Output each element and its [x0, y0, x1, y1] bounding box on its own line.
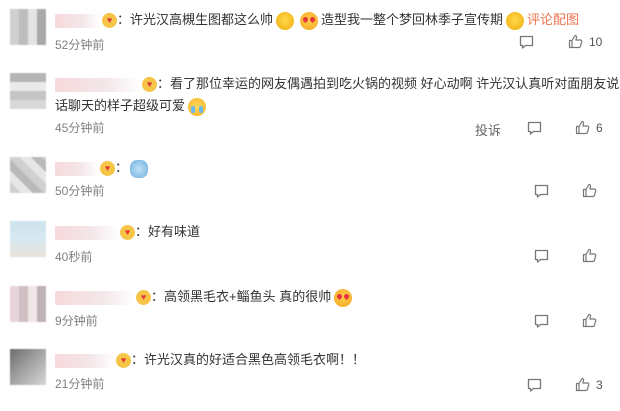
- comment-image-link[interactable]: 评论配图: [527, 12, 579, 27]
- username-redacted[interactable]: [55, 161, 99, 176]
- username-redacted[interactable]: [55, 290, 135, 305]
- comment-item: ♥ ：好有味道 40秒前: [0, 221, 620, 265]
- comment-text: ：高领黑毛衣+鲻鱼头 真的很帅: [151, 289, 332, 304]
- thumbs-up-icon: [582, 313, 597, 328]
- comment-icon: [534, 184, 549, 198]
- like-count: 3: [596, 377, 603, 392]
- comment-time: 40秒前: [55, 250, 93, 264]
- comment-text-line: ♥ ：许光汉真的好适合黑色高领毛衣啊！！: [55, 349, 365, 371]
- comment-icon: [534, 249, 549, 263]
- comment-icon: [534, 314, 549, 328]
- reply-button[interactable]: [527, 378, 542, 392]
- username-redacted[interactable]: [55, 13, 101, 28]
- reply-button[interactable]: [527, 121, 542, 135]
- like-count: 6: [596, 120, 603, 135]
- vip-badge-icon: ♥: [116, 353, 131, 369]
- emoji-icon: [334, 288, 353, 307]
- vip-badge-icon: ♥: [136, 290, 151, 306]
- avatar[interactable]: [10, 349, 46, 385]
- avatar[interactable]: [10, 73, 46, 109]
- avatar[interactable]: [10, 286, 46, 322]
- comment-item: ♥ ：许光汉高槻生图都这么帅 造型我一整个梦回林季子宣传期 评论配图 52分钟前 10: [0, 9, 620, 59]
- like-button[interactable]: [582, 183, 603, 198]
- comment-time: 9分钟前: [55, 314, 98, 328]
- comment-time: 50分钟前: [55, 184, 105, 198]
- thumbs-up-icon: [582, 183, 597, 198]
- vip-badge-icon: ♥: [120, 225, 135, 241]
- username-redacted[interactable]: [55, 225, 119, 240]
- comment-item: ♥ ：许光汉真的好适合黑色高领毛衣啊！！ 21分钟前 3: [0, 349, 620, 393]
- comment-icon: [527, 378, 542, 392]
- like-count: 10: [589, 34, 603, 49]
- vip-badge-icon: ♥: [102, 13, 117, 29]
- comment-icon: [519, 35, 534, 49]
- emoji-icon: [276, 11, 295, 30]
- avatar[interactable]: [10, 157, 46, 193]
- reply-button[interactable]: [534, 184, 549, 198]
- thumbs-up-icon: [582, 248, 597, 263]
- comment-text-line: ♥ ：好有味道: [55, 221, 200, 243]
- reply-button[interactable]: [534, 314, 549, 328]
- comment-text-line: ♥：: [55, 157, 149, 179]
- comment-text: ：许光汉真的好适合黑色高领毛衣啊！！: [131, 352, 366, 367]
- reply-button[interactable]: [519, 35, 534, 49]
- comment-icon: [527, 121, 542, 135]
- emoji-icon: [506, 11, 525, 30]
- like-button[interactable]: 10: [568, 34, 602, 49]
- reply-button[interactable]: [534, 249, 549, 263]
- comment-text: ：许光汉高槻生图都这么帅: [117, 12, 274, 27]
- username-redacted[interactable]: [55, 353, 115, 368]
- like-button[interactable]: 6: [575, 120, 603, 135]
- emoji-icon: [130, 159, 149, 178]
- comment-time: 52分钟前: [55, 38, 105, 52]
- comment-text: ：好有味道: [135, 224, 201, 239]
- like-button[interactable]: 3: [575, 377, 603, 392]
- comment-text: 造型我一整个梦回林季子宣传期: [321, 12, 504, 27]
- vip-badge-icon: ♥: [100, 161, 115, 177]
- thumbs-up-icon: [575, 377, 590, 392]
- comment-text-line: ♥ ：看了那位幸运的网友偶遇拍到吃火锅的视频 好心动啊 许光汉认真听对面朋友说话聊…: [55, 73, 620, 117]
- vip-badge-icon: ♥: [142, 77, 157, 93]
- avatar[interactable]: [10, 221, 46, 257]
- like-button[interactable]: [582, 313, 603, 328]
- emoji-icon: [188, 97, 207, 116]
- like-button[interactable]: [582, 248, 603, 263]
- comment-item: ♥： 50分钟前: [0, 157, 620, 201]
- comment-item: ♥ ：看了那位幸运的网友偶遇拍到吃火锅的视频 好心动啊 许光汉认真听对面朋友说话聊…: [0, 73, 620, 143]
- comment-text: ：: [115, 160, 129, 175]
- report-button[interactable]: 投诉: [475, 120, 501, 139]
- emoji-icon: [300, 11, 319, 30]
- username-redacted[interactable]: [55, 77, 141, 92]
- avatar[interactable]: [10, 9, 46, 45]
- comment-item: ♥ ：高领黑毛衣+鲻鱼头 真的很帅 9分钟前: [0, 286, 620, 330]
- thumbs-up-icon: [568, 34, 583, 49]
- thumbs-up-icon: [575, 120, 590, 135]
- comment-text-line: ♥ ：高领黑毛衣+鲻鱼头 真的很帅: [55, 286, 353, 308]
- comment-time: 21分钟前: [55, 377, 105, 391]
- comment-text-line: ♥ ：许光汉高槻生图都这么帅 造型我一整个梦回林季子宣传期 评论配图: [55, 9, 579, 31]
- comment-time: 45分钟前: [55, 121, 105, 135]
